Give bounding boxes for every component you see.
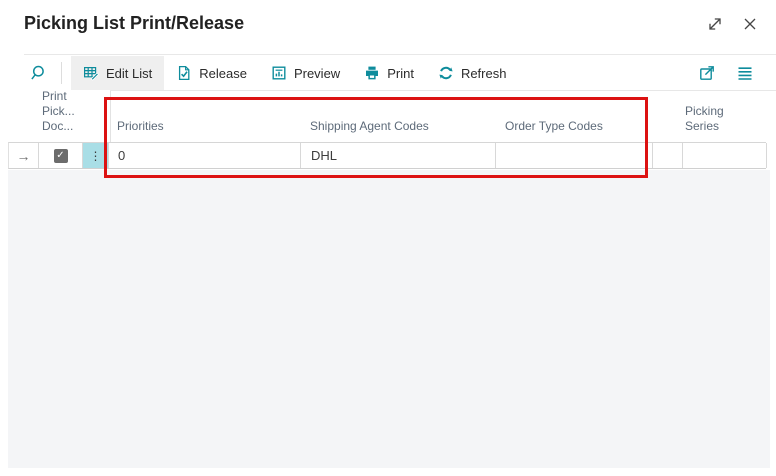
print-button[interactable]: Print xyxy=(352,56,426,90)
print-label: Print xyxy=(387,66,414,81)
search-button[interactable] xyxy=(24,56,54,90)
row-selector-cell[interactable]: → xyxy=(9,143,39,168)
release-button[interactable]: Release xyxy=(164,56,259,90)
edit-list-label: Edit List xyxy=(106,66,152,81)
row-select-arrow-icon: → xyxy=(17,148,31,164)
page-title: Picking List Print/Release xyxy=(24,13,244,34)
title-separator xyxy=(24,54,776,55)
share-button[interactable] xyxy=(692,56,722,90)
preview-label: Preview xyxy=(294,66,340,81)
release-label: Release xyxy=(199,66,247,81)
order-type-codes-field[interactable] xyxy=(496,143,653,168)
column-header-picking-series[interactable]: Picking Series xyxy=(685,104,724,134)
checkmark-icon: ✓ xyxy=(56,151,64,161)
more-options-button[interactable] xyxy=(730,56,760,90)
release-icon xyxy=(176,65,192,81)
content-background xyxy=(8,170,770,468)
action-toolbar: Edit List Release Preview xyxy=(24,56,760,90)
window-controls xyxy=(705,14,760,34)
preview-icon xyxy=(271,65,287,81)
table-row: → ✓ ⋮ 0 DHL xyxy=(8,142,766,169)
drag-handle-icon: ⋮ xyxy=(90,149,102,163)
priorities-field[interactable]: 0 xyxy=(109,143,301,168)
close-icon[interactable] xyxy=(740,14,760,34)
refresh-button[interactable]: Refresh xyxy=(426,56,519,90)
search-icon xyxy=(30,64,48,82)
preview-button[interactable]: Preview xyxy=(259,56,352,90)
edit-list-button[interactable]: Edit List xyxy=(71,56,164,90)
picking-list-dialog: Picking List Print/Release xyxy=(0,0,776,476)
row-drag-handle-cell[interactable]: ⋮ xyxy=(83,143,109,168)
column-header-print-pick-doc[interactable]: Print Pick... Doc... xyxy=(42,89,75,134)
frozen-pane-divider xyxy=(110,91,111,142)
expand-icon[interactable] xyxy=(705,14,725,34)
share-icon xyxy=(698,64,716,82)
picking-series-field[interactable] xyxy=(683,143,767,168)
print-icon xyxy=(364,65,380,81)
refresh-icon xyxy=(438,65,454,81)
toolbar-separator xyxy=(61,62,62,84)
print-pick-doc-checkbox[interactable]: ✓ xyxy=(54,149,68,163)
spacer-cell xyxy=(653,143,683,168)
grid-header: Print Pick... Doc... Priorities Shipping… xyxy=(0,91,776,142)
column-header-order-type-codes[interactable]: Order Type Codes xyxy=(505,119,603,134)
print-pick-doc-cell[interactable]: ✓ xyxy=(39,143,83,168)
shipping-agent-codes-field[interactable]: DHL xyxy=(301,143,496,168)
list-menu-icon xyxy=(736,64,754,82)
column-header-priorities[interactable]: Priorities xyxy=(117,119,164,134)
edit-list-icon xyxy=(83,65,99,81)
column-header-shipping-agent-codes[interactable]: Shipping Agent Codes xyxy=(310,119,429,134)
refresh-label: Refresh xyxy=(461,66,507,81)
